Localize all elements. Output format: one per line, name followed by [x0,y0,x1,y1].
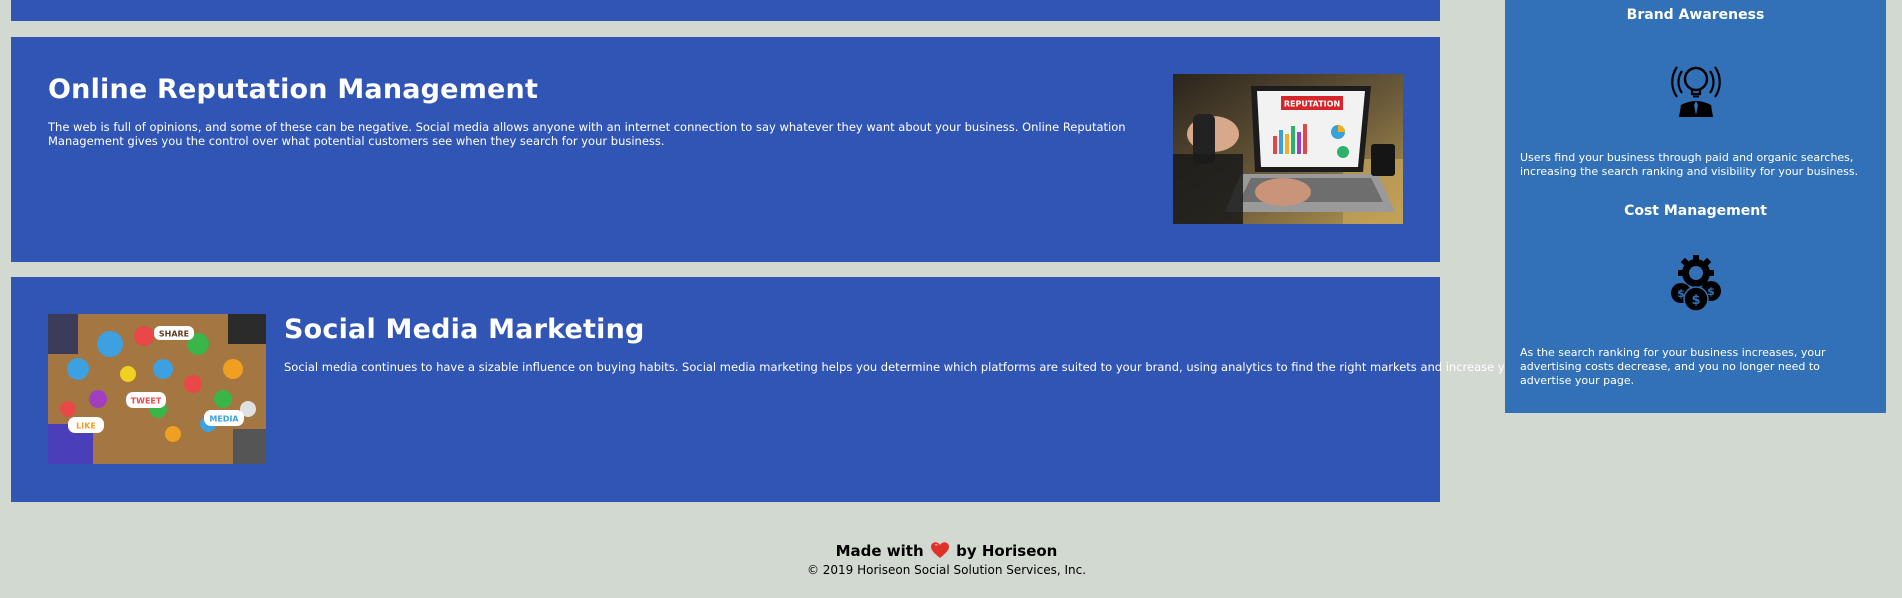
svg-text:$: $ [1707,285,1715,298]
reputation-sign-label: REPUTATION [1284,100,1340,109]
service-card-social-media-marketing: SHARE TWEET LIKE MEDIA Social Media Mark… [11,277,1622,502]
site-footer: Made with by Horiseon © 2019 Horiseon So… [0,540,1893,578]
heart-icon [930,542,949,558]
service-title: Online Reputation Management [48,74,539,105]
svg-text:$: $ [1691,293,1700,308]
media-label: MEDIA [209,415,239,424]
service-description: The web is full of opinions, and some of… [48,120,1126,148]
tweet-label: TWEET [131,397,162,406]
svg-text:$: $ [1677,287,1685,300]
like-label: LIKE [76,422,96,431]
copyright-text: © 2019 Horiseon Social Solution Services… [806,563,1087,577]
share-label: SHARE [159,330,189,339]
by-horiseon-text: by Horiseon [956,542,1058,560]
benefit-heading: Cost Management [1624,203,1767,219]
footer-made-with: Made with by Horiseon [0,540,1893,562]
service-card-online-reputation-management: Online Reputation Management The web is … [11,37,1440,262]
service-description: Social media continues to have a sizable… [284,360,1622,374]
benefit-heading: Brand Awareness [1626,7,1765,23]
benefits-sidebar: Brand Awareness Users find your business… [1505,0,1886,413]
benefit-description: As the search ranking for your business … [1520,346,1826,387]
lightbulb-person-icon [1671,66,1721,117]
reputation-laptop-image: REPUTATION [1173,74,1403,224]
social-media-table-image: SHARE TWEET LIKE MEDIA [48,314,266,464]
previous-service-card [11,0,1440,21]
made-with-text: Made with [835,542,924,560]
service-title: Social Media Marketing [284,314,645,345]
money-gear-icon: $ $ $ [1671,255,1721,312]
benefit-description: Users find your business through paid an… [1520,151,1859,178]
